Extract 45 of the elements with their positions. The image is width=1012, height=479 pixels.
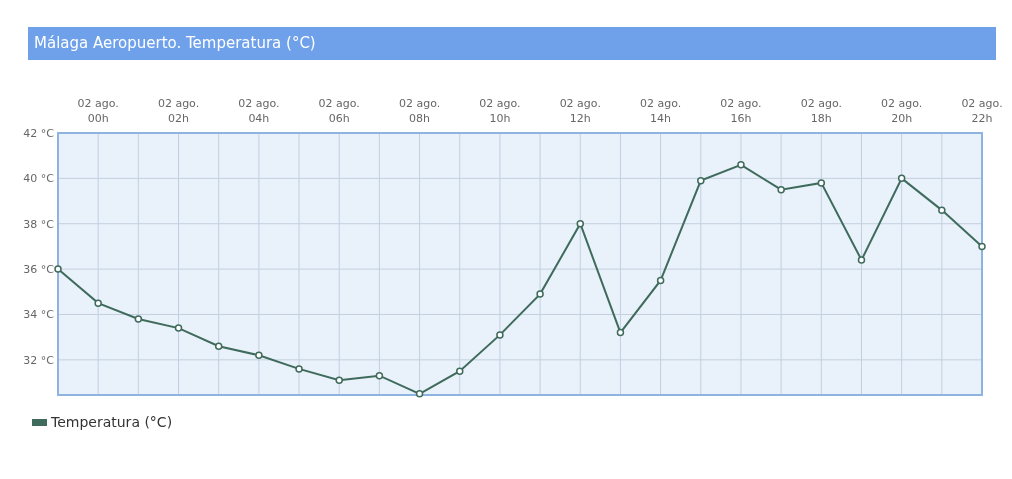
data-point xyxy=(214,342,223,350)
y-tick-label: 40 °C xyxy=(23,172,54,186)
y-tick-label: 38 °C xyxy=(23,217,54,231)
x-tick-label: 02 ago. 12h xyxy=(559,97,601,125)
data-point xyxy=(616,328,625,337)
data-point xyxy=(496,331,504,339)
data-point xyxy=(656,276,665,285)
y-tick-label: 34 °C xyxy=(23,308,54,322)
chart-title: Málaga Aeropuerto. Temperatura (°C) xyxy=(28,27,996,60)
x-tick-label: 02 ago. 00h xyxy=(77,97,119,125)
data-point xyxy=(697,176,705,185)
data-point xyxy=(134,315,143,323)
y-tick-label: 42 °C xyxy=(23,127,54,140)
data-point xyxy=(817,179,826,187)
x-tick-label: 02 ago. 10h xyxy=(479,97,521,125)
x-tick-label: 02 ago. 14h xyxy=(640,97,682,125)
x-tick-label: 02 ago. 02h xyxy=(157,97,200,125)
data-point xyxy=(174,324,183,332)
legend-swatch xyxy=(32,418,47,426)
data-point xyxy=(295,365,303,373)
y-tick-label: 32 °C xyxy=(23,353,54,367)
legend-label[interactable]: Temperatura (°C) xyxy=(51,414,173,430)
data-point xyxy=(897,174,906,183)
x-tick-label: 02 ago. 08h xyxy=(398,97,441,125)
data-point xyxy=(255,351,263,360)
x-tick-label: 02 ago. 20h xyxy=(881,97,923,125)
x-tick-label: 02 ago. 16h xyxy=(720,97,762,125)
data-point xyxy=(777,185,785,194)
y-tick-label: 36 °C xyxy=(23,263,54,277)
data-point xyxy=(54,265,62,273)
data-point xyxy=(415,390,424,398)
data-point xyxy=(576,220,584,228)
data-point xyxy=(335,376,343,384)
x-tick-label: 02 ago. 22h xyxy=(961,97,1003,125)
data-point xyxy=(375,371,384,380)
data-point xyxy=(94,299,102,307)
x-tick-label: 02 ago. 18h xyxy=(800,97,842,125)
x-tick-label: 02 ago. 04h xyxy=(238,97,280,125)
data-point xyxy=(737,161,745,169)
data-point xyxy=(938,206,946,214)
x-tick-label: 02 ago. 06h xyxy=(318,97,360,125)
data-point xyxy=(456,367,464,375)
data-point xyxy=(978,242,986,251)
data-point xyxy=(857,256,866,264)
data-point xyxy=(536,290,544,298)
